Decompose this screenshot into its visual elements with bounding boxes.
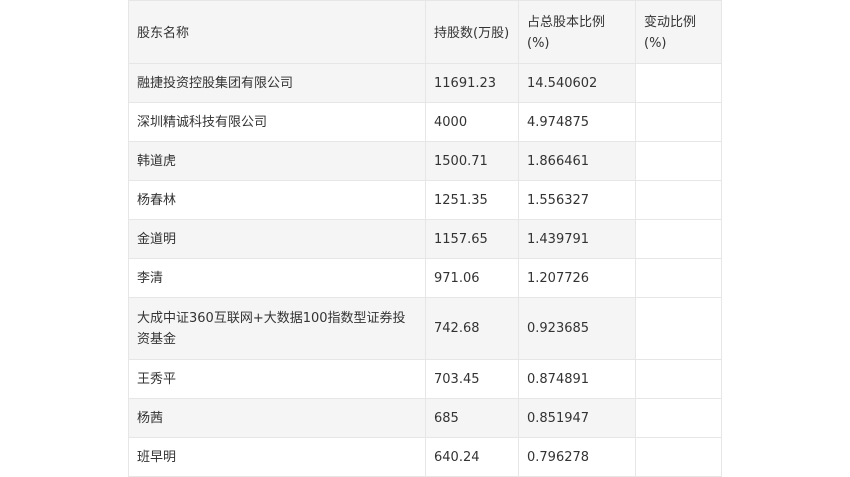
cell-shares: 703.45: [425, 359, 519, 399]
cell-ratio: 1.439791: [518, 219, 636, 259]
cell-shares: 4000: [425, 102, 519, 142]
cell-shares: 1500.71: [425, 141, 519, 181]
table-row: 杨茜 685 0.851947: [128, 398, 722, 438]
cell-ratio: 14.540602: [518, 63, 636, 103]
table-header: 股东名称 持股数(万股) 占总股本比例(%) 变动比例(%): [128, 0, 722, 64]
cell-change: [635, 437, 722, 477]
cell-change: [635, 141, 722, 181]
table-body: 融捷投资控股集团有限公司 11691.23 14.540602 深圳精诚科技有限…: [128, 63, 722, 477]
table-row: 韩道虎 1500.71 1.866461: [128, 141, 722, 181]
table-row: 大成中证360互联网+大数据100指数型证券投资基金 742.68 0.9236…: [128, 297, 722, 360]
cell-shares: 1157.65: [425, 219, 519, 259]
cell-change: [635, 219, 722, 259]
table-row: 李清 971.06 1.207726: [128, 258, 722, 298]
header-change: 变动比例(%): [635, 0, 722, 64]
cell-shares: 685: [425, 398, 519, 438]
cell-name: 大成中证360互联网+大数据100指数型证券投资基金: [128, 297, 426, 360]
shareholder-table: 股东名称 持股数(万股) 占总股本比例(%) 变动比例(%) 融捷投资控股集团有…: [128, 0, 722, 477]
cell-name: 深圳精诚科技有限公司: [128, 102, 426, 142]
cell-change: [635, 180, 722, 220]
cell-name: 杨茜: [128, 398, 426, 438]
cell-shares: 742.68: [425, 297, 519, 360]
cell-ratio: 1.207726: [518, 258, 636, 298]
table-row: 融捷投资控股集团有限公司 11691.23 14.540602: [128, 63, 722, 103]
cell-name: 杨春林: [128, 180, 426, 220]
cell-ratio: 0.851947: [518, 398, 636, 438]
table-row: 杨春林 1251.35 1.556327: [128, 180, 722, 220]
cell-name: 李清: [128, 258, 426, 298]
cell-ratio: 0.796278: [518, 437, 636, 477]
cell-name: 班早明: [128, 437, 426, 477]
cell-change: [635, 63, 722, 103]
cell-change: [635, 258, 722, 298]
cell-shares: 640.24: [425, 437, 519, 477]
cell-shares: 1251.35: [425, 180, 519, 220]
cell-ratio: 0.874891: [518, 359, 636, 399]
cell-name: 金道明: [128, 219, 426, 259]
cell-ratio: 4.974875: [518, 102, 636, 142]
table-row: 班早明 640.24 0.796278: [128, 437, 722, 477]
cell-name: 王秀平: [128, 359, 426, 399]
table-row: 王秀平 703.45 0.874891: [128, 359, 722, 399]
cell-name: 韩道虎: [128, 141, 426, 181]
header-shareholder-name: 股东名称: [128, 0, 426, 64]
cell-shares: 11691.23: [425, 63, 519, 103]
table-row: 深圳精诚科技有限公司 4000 4.974875: [128, 102, 722, 142]
cell-change: [635, 398, 722, 438]
cell-change: [635, 297, 722, 360]
cell-ratio: 0.923685: [518, 297, 636, 360]
cell-name: 融捷投资控股集团有限公司: [128, 63, 426, 103]
cell-ratio: 1.866461: [518, 141, 636, 181]
header-shares: 持股数(万股): [425, 0, 519, 64]
cell-ratio: 1.556327: [518, 180, 636, 220]
cell-shares: 971.06: [425, 258, 519, 298]
header-row: 股东名称 持股数(万股) 占总股本比例(%) 变动比例(%): [128, 0, 722, 64]
header-ratio: 占总股本比例(%): [518, 0, 636, 64]
cell-change: [635, 102, 722, 142]
cell-change: [635, 359, 722, 399]
table-row: 金道明 1157.65 1.439791: [128, 219, 722, 259]
